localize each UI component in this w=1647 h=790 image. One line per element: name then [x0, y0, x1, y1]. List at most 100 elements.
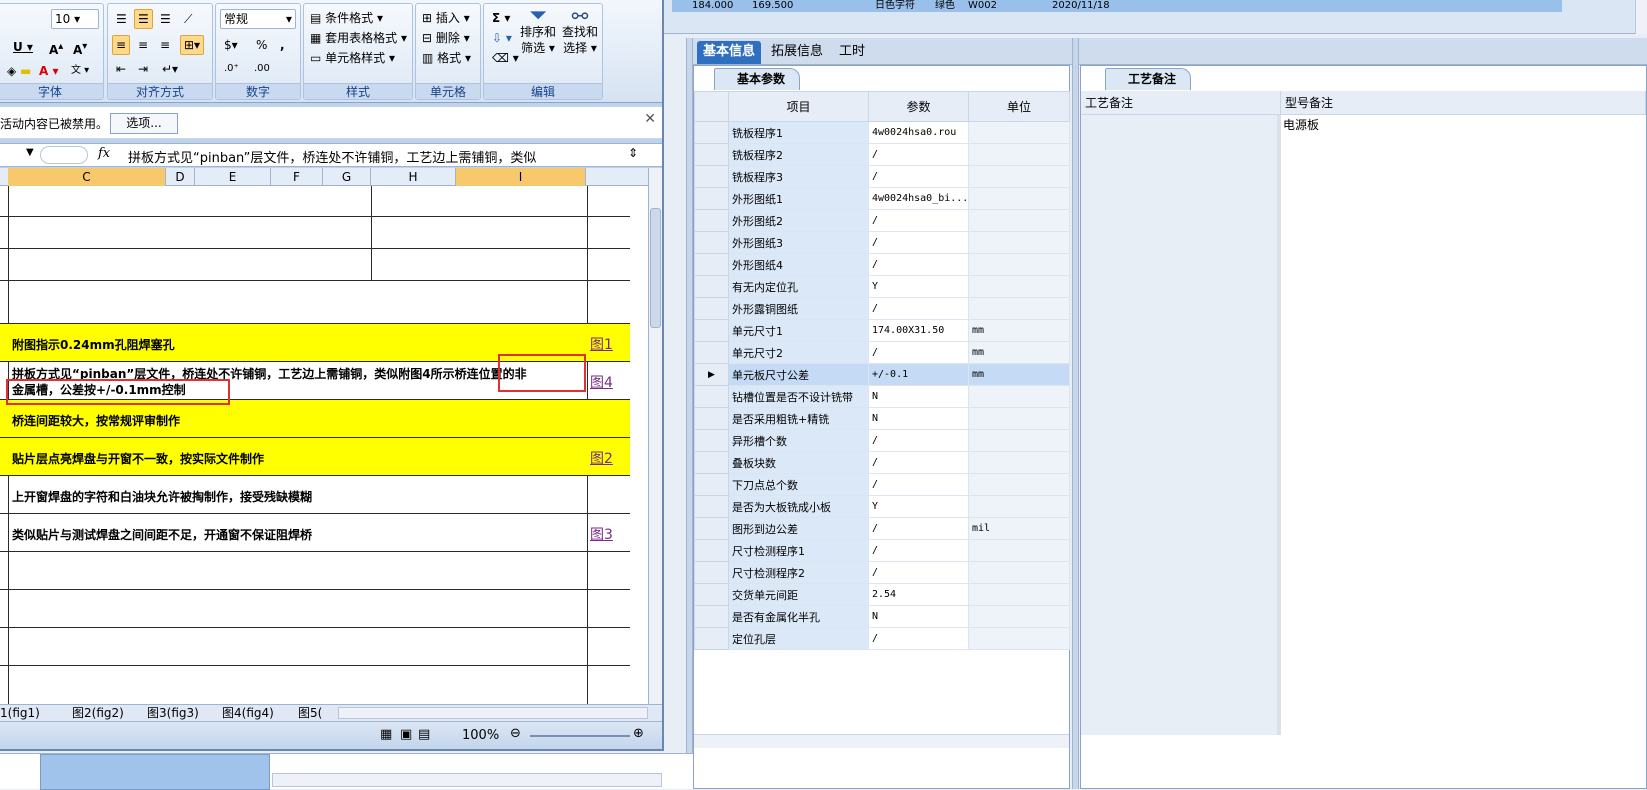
bottom-horizontal-scrollbar[interactable] — [272, 773, 662, 787]
sheet-tab[interactable]: 图3(fig3) — [147, 705, 199, 721]
params-row[interactable]: 是否有金属化半孔 N — [694, 605, 1070, 628]
column-header-h[interactable]: H — [371, 168, 456, 186]
row-item[interactable]: 定位孔层 — [728, 627, 869, 650]
note-row[interactable]: 贴片层点亮焊盘与开窗不一致，按实际文件制作 — [0, 438, 630, 476]
row-indicator[interactable] — [694, 231, 729, 254]
subtab-basic-params[interactable]: 基本参数 — [714, 68, 801, 90]
zoom-in-icon[interactable]: ⊕ — [633, 726, 644, 741]
grow-font-button[interactable]: A▴ — [45, 37, 67, 57]
delete-button[interactable]: ⊟ 删除 ▾ — [418, 28, 474, 48]
row-param[interactable]: +/-0.1 — [868, 363, 969, 386]
page-layout-icon[interactable]: ▣ — [400, 727, 412, 742]
row-indicator[interactable] — [694, 341, 729, 364]
decrease-indent-icon[interactable]: ⇤ — [112, 59, 130, 79]
row-indicator[interactable] — [694, 539, 729, 562]
figure-link[interactable]: 图4 — [590, 372, 613, 392]
sheet-tab[interactable]: 图4(fig4) — [222, 705, 274, 721]
empty-row[interactable] — [0, 281, 630, 324]
params-row[interactable]: 尺寸检测程序1/ — [694, 539, 1070, 562]
fill-icon[interactable]: ⇩ ▾ — [488, 28, 516, 48]
params-row[interactable]: 单元尺寸1 174.00X31.50 mm — [694, 319, 1070, 342]
row-indicator[interactable] — [694, 495, 729, 518]
row-unit[interactable] — [968, 385, 1070, 408]
wrap-text-icon[interactable]: ↵▾ — [158, 59, 182, 79]
row-param[interactable]: / — [868, 165, 969, 188]
row-indicator[interactable] — [694, 451, 729, 474]
row-param[interactable]: / — [868, 451, 969, 474]
decrease-decimal-icon[interactable]: .00 — [250, 59, 274, 79]
header-unit[interactable]: 单位 — [968, 91, 1070, 122]
name-box-dropdown-icon[interactable]: ▼ — [26, 147, 34, 158]
empty-row[interactable] — [0, 249, 630, 281]
row-item[interactable]: 外形图纸2 — [728, 209, 869, 232]
zoom-level[interactable]: 100% — [462, 728, 499, 743]
align-left-icon[interactable]: ≡ — [112, 35, 131, 55]
params-row[interactable]: 尺寸检测程序2/ — [694, 561, 1070, 584]
empty-row[interactable] — [0, 590, 630, 628]
tab-basic-info[interactable]: 基本信息 — [697, 41, 762, 64]
row-item[interactable]: 铣板程序1 — [728, 121, 869, 144]
find-select-button[interactable]: ⚯ 查找和 选择 ▾ — [560, 6, 600, 56]
row-indicator[interactable] — [694, 187, 729, 210]
row-unit[interactable] — [968, 165, 1070, 188]
row-item[interactable]: 尺寸检测程序2 — [728, 561, 869, 584]
header-param[interactable]: 参数 — [868, 91, 969, 122]
params-row[interactable]: 铣板程序2/ — [694, 143, 1070, 166]
horizontal-scrollbar[interactable] — [694, 734, 1069, 748]
params-row[interactable]: 异形槽个数 / — [694, 429, 1070, 452]
row-unit[interactable] — [968, 253, 1070, 276]
column-header-g[interactable]: G — [323, 168, 371, 186]
row-item[interactable]: 外形图纸4 — [728, 253, 869, 276]
column-header-f[interactable]: F — [271, 168, 323, 186]
row-unit[interactable] — [968, 583, 1070, 606]
autosum-icon[interactable]: Σ ▾ — [488, 8, 514, 28]
row-item[interactable]: 外形图纸3 — [728, 231, 869, 254]
row-param[interactable]: 4w0024hsa0.rou — [868, 121, 969, 144]
row-unit[interactable] — [968, 429, 1070, 452]
row-item[interactable]: 图形到边公差 — [728, 517, 869, 540]
note-row[interactable]: 类似贴片与测试焊盘之间间距不足，开通窗不保证阻焊桥 — [0, 514, 630, 552]
row-indicator[interactable] — [694, 605, 729, 628]
row-indicator[interactable] — [694, 473, 729, 496]
align-bottom-icon[interactable]: ☰ — [156, 9, 175, 29]
merge-center-icon[interactable]: ⊞▾ — [180, 35, 205, 55]
row-unit[interactable] — [968, 143, 1070, 166]
column-header-c[interactable]: C — [8, 168, 166, 186]
font-color-icon[interactable]: A ▾ — [35, 61, 63, 81]
row-indicator[interactable] — [694, 165, 729, 188]
row-unit[interactable] — [968, 451, 1070, 474]
currency-icon[interactable]: $▾ — [220, 35, 242, 55]
model-note-value[interactable]: 电源板 — [1283, 116, 1319, 133]
row-indicator[interactable] — [694, 297, 729, 320]
params-row[interactable]: 定位孔层 / — [694, 627, 1070, 650]
row-indicator[interactable] — [694, 407, 729, 430]
row-unit[interactable]: mil — [968, 517, 1070, 540]
row-param[interactable]: 174.00X31.50 — [868, 319, 969, 342]
row-param[interactable]: / — [868, 231, 969, 254]
row-item[interactable]: 有无内定位孔 — [728, 275, 869, 298]
empty-row[interactable] — [0, 186, 630, 217]
row-indicator[interactable] — [694, 253, 729, 276]
row-unit[interactable] — [968, 297, 1070, 320]
figure-link[interactable]: 图2 — [590, 448, 613, 468]
figure-link[interactable]: 图1 — [590, 334, 613, 354]
number-format-select[interactable]: 常规 ▾ — [220, 9, 296, 29]
params-row[interactable]: 单元尺寸2/mm — [694, 341, 1070, 364]
row-param[interactable]: / — [868, 539, 969, 562]
row-unit[interactable] — [968, 473, 1070, 496]
note-row[interactable]: 上开窗焊盘的字符和白油块允许被掏制作，接受残缺模糊 — [0, 476, 630, 514]
row-param[interactable]: / — [868, 517, 969, 540]
row-unit[interactable]: mm — [968, 363, 1070, 386]
row-item[interactable]: 叠板块数 — [728, 451, 869, 474]
row-param[interactable]: / — [868, 561, 969, 584]
row-item[interactable]: 是否为大板铣成小板 — [728, 495, 869, 518]
format-button[interactable]: ▥ 格式 ▾ — [418, 48, 475, 68]
tab-extended-info[interactable]: 拓展信息 — [765, 41, 829, 64]
row-item[interactable]: 铣板程序2 — [728, 143, 869, 166]
row-item[interactable]: 外形露铜图纸 — [728, 297, 869, 320]
zoom-out-icon[interactable]: ⊖ — [510, 726, 521, 741]
note-row[interactable]: 桥连间距较大，按常规评审制作 — [0, 400, 630, 438]
sort-filter-button[interactable]: ⏷ 排序和 筛选 ▾ — [518, 5, 558, 56]
increase-decimal-icon[interactable]: .0⁺ — [220, 59, 243, 79]
shrink-font-button[interactable]: A▾ — [69, 37, 91, 57]
